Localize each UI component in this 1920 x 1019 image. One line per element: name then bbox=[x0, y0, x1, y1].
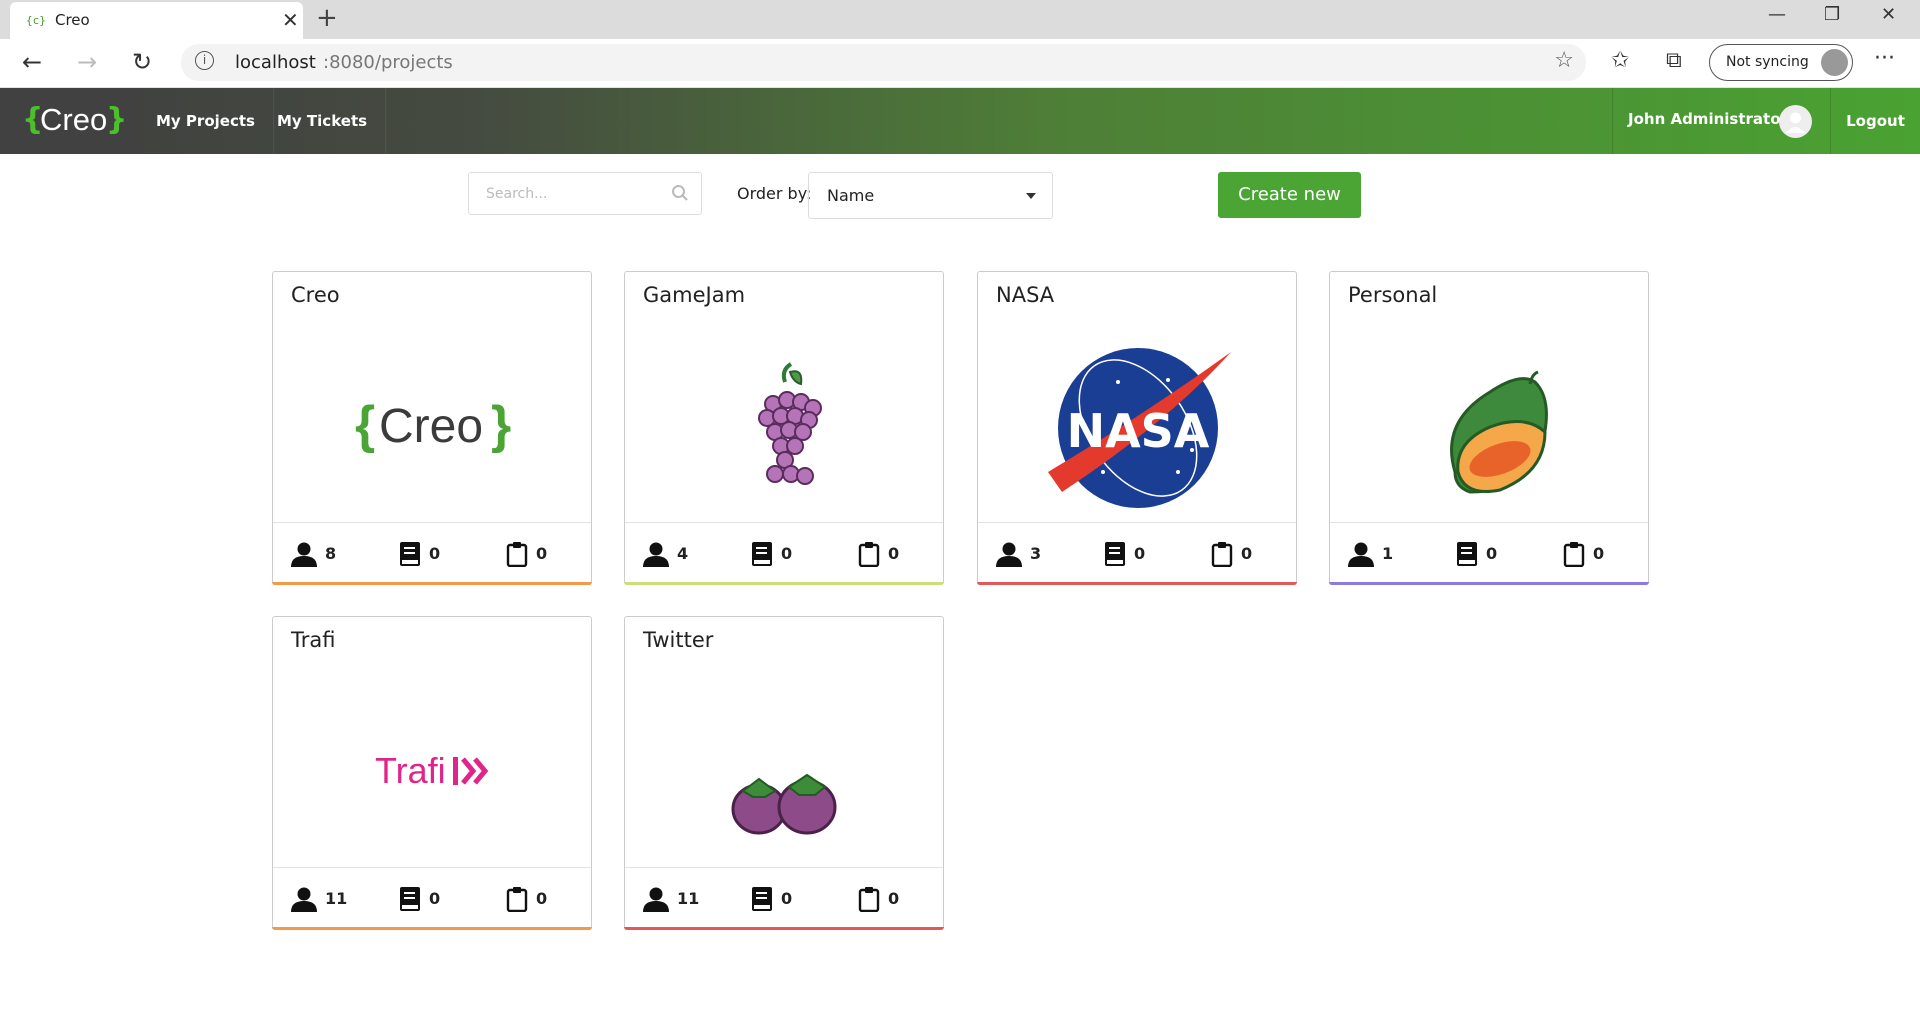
favorite-star-icon[interactable]: ☆ bbox=[1554, 48, 1574, 73]
user-name: John Administrator bbox=[1628, 110, 1788, 128]
app-logo[interactable]: { Creo } bbox=[0, 88, 138, 154]
collections-icon[interactable]: ⧉ bbox=[1666, 48, 1682, 73]
members-count: 1 bbox=[1382, 544, 1394, 563]
project-title: Trafi bbox=[291, 628, 336, 652]
svg-text:Creo: Creo bbox=[379, 400, 483, 453]
project-title: Personal bbox=[1348, 283, 1438, 307]
project-image bbox=[625, 322, 943, 522]
url-host: localhost bbox=[235, 52, 316, 73]
logo-brace-right-icon: } bbox=[106, 102, 128, 137]
search-icon[interactable] bbox=[671, 184, 689, 202]
svg-text:NASA: NASA bbox=[1067, 404, 1210, 458]
order-by-select[interactable]: Name bbox=[808, 172, 1053, 219]
members-count: 11 bbox=[325, 889, 348, 908]
favicon-icon: {c} bbox=[26, 14, 46, 27]
project-image bbox=[625, 667, 943, 867]
tickets-count: 0 bbox=[1593, 544, 1605, 563]
logo-text: Creo bbox=[40, 102, 108, 137]
refresh-icon[interactable]: ↻ bbox=[132, 48, 152, 76]
documents-count: 0 bbox=[429, 889, 441, 908]
documents-count: 0 bbox=[781, 889, 793, 908]
more-icon[interactable]: ··· bbox=[1874, 46, 1895, 71]
create-new-button[interactable]: Create new bbox=[1218, 172, 1361, 218]
svg-text:{: { bbox=[355, 396, 375, 454]
project-color-bar bbox=[624, 927, 944, 930]
tickets-count: 0 bbox=[888, 889, 900, 908]
address-field[interactable]: i localhost :8080/projects ☆ bbox=[181, 44, 1586, 81]
project-color-bar bbox=[624, 582, 944, 585]
documents-count: 0 bbox=[429, 544, 441, 563]
project-stats: 1 0 0 bbox=[1330, 522, 1648, 581]
project-stats: 11 0 0 bbox=[625, 867, 943, 926]
forward-icon[interactable]: → bbox=[77, 48, 97, 76]
project-title: Creo bbox=[291, 283, 340, 307]
back-icon[interactable]: ← bbox=[22, 48, 42, 76]
user-avatar bbox=[1779, 105, 1812, 138]
url-path: :8080/projects bbox=[323, 52, 453, 73]
tickets-count: 0 bbox=[888, 544, 900, 563]
svg-text:}: } bbox=[491, 396, 511, 454]
project-color-bar bbox=[977, 582, 1297, 585]
restore-icon[interactable]: ❐ bbox=[1824, 4, 1840, 25]
project-title: NASA bbox=[996, 283, 1055, 307]
project-image: { Creo } bbox=[273, 322, 591, 522]
project-image: NASA bbox=[978, 322, 1296, 522]
close-tab-icon[interactable]: ✕ bbox=[282, 8, 299, 32]
project-title: GameJam bbox=[643, 283, 746, 307]
project-card[interactable]: Trafi Trafi 11 0 0 bbox=[272, 616, 592, 930]
documents-count: 0 bbox=[781, 544, 793, 563]
project-stats: 4 0 0 bbox=[625, 522, 943, 581]
project-title: Twitter bbox=[643, 628, 714, 652]
project-stats: 3 0 0 bbox=[978, 522, 1296, 581]
documents-count: 0 bbox=[1486, 544, 1498, 563]
order-by-label: Order by: bbox=[737, 184, 812, 203]
browser-tabbar: {c} Creo ✕ + — ❐ ✕ bbox=[0, 0, 1920, 39]
project-color-bar bbox=[1329, 582, 1649, 585]
project-stats: 8 0 0 bbox=[273, 522, 591, 581]
search-input[interactable] bbox=[469, 173, 665, 214]
logout-button[interactable]: Logout bbox=[1830, 88, 1920, 154]
order-by-value: Name bbox=[827, 186, 875, 205]
user-menu[interactable]: John Administrator bbox=[1612, 88, 1830, 154]
members-count: 8 bbox=[325, 544, 337, 563]
tab-title: Creo bbox=[55, 11, 90, 29]
browser-tab[interactable]: {c} Creo ✕ bbox=[10, 2, 303, 39]
nav-my-projects[interactable]: My Projects bbox=[138, 88, 274, 154]
minimize-icon[interactable]: — bbox=[1768, 4, 1786, 25]
favorites-icon[interactable]: ✩ bbox=[1611, 48, 1629, 73]
project-color-bar bbox=[272, 927, 592, 930]
project-card[interactable]: Creo { Creo } 8 0 0 bbox=[272, 271, 592, 585]
svg-text:Trafi: Trafi bbox=[375, 750, 446, 791]
project-color-bar bbox=[272, 582, 592, 585]
close-window-icon[interactable]: ✕ bbox=[1881, 4, 1896, 25]
project-stats: 11 0 0 bbox=[273, 867, 591, 926]
project-card[interactable]: Twitter 11 0 0 bbox=[624, 616, 944, 930]
profile-avatar bbox=[1821, 49, 1848, 76]
project-card[interactable]: GameJam 4 0 0 bbox=[624, 271, 944, 585]
search-box bbox=[468, 172, 702, 215]
sync-label: Not syncing bbox=[1726, 54, 1809, 70]
app-header: { Creo } My Projects My Tickets John Adm… bbox=[0, 88, 1920, 154]
documents-count: 0 bbox=[1134, 544, 1146, 563]
info-icon[interactable]: i bbox=[195, 51, 214, 70]
browser-toolbar: ← → ↻ i localhost :8080/projects ☆ ✩ ⧉ N… bbox=[0, 39, 1920, 88]
members-count: 4 bbox=[677, 544, 689, 563]
tickets-count: 0 bbox=[1241, 544, 1253, 563]
project-card[interactable]: Personal 1 0 0 bbox=[1329, 271, 1649, 585]
members-count: 3 bbox=[1030, 544, 1042, 563]
nav-my-tickets[interactable]: My Tickets bbox=[259, 88, 387, 154]
members-count: 11 bbox=[677, 889, 700, 908]
tickets-count: 0 bbox=[536, 544, 548, 563]
profile-sync-button[interactable]: Not syncing bbox=[1709, 44, 1853, 81]
project-image: Trafi bbox=[273, 667, 591, 867]
new-tab-icon[interactable]: + bbox=[316, 3, 338, 33]
project-card[interactable]: NASA NASA 3 0 0 bbox=[977, 271, 1297, 585]
caret-down-icon bbox=[1026, 193, 1036, 199]
project-image bbox=[1330, 322, 1648, 522]
tickets-count: 0 bbox=[536, 889, 548, 908]
